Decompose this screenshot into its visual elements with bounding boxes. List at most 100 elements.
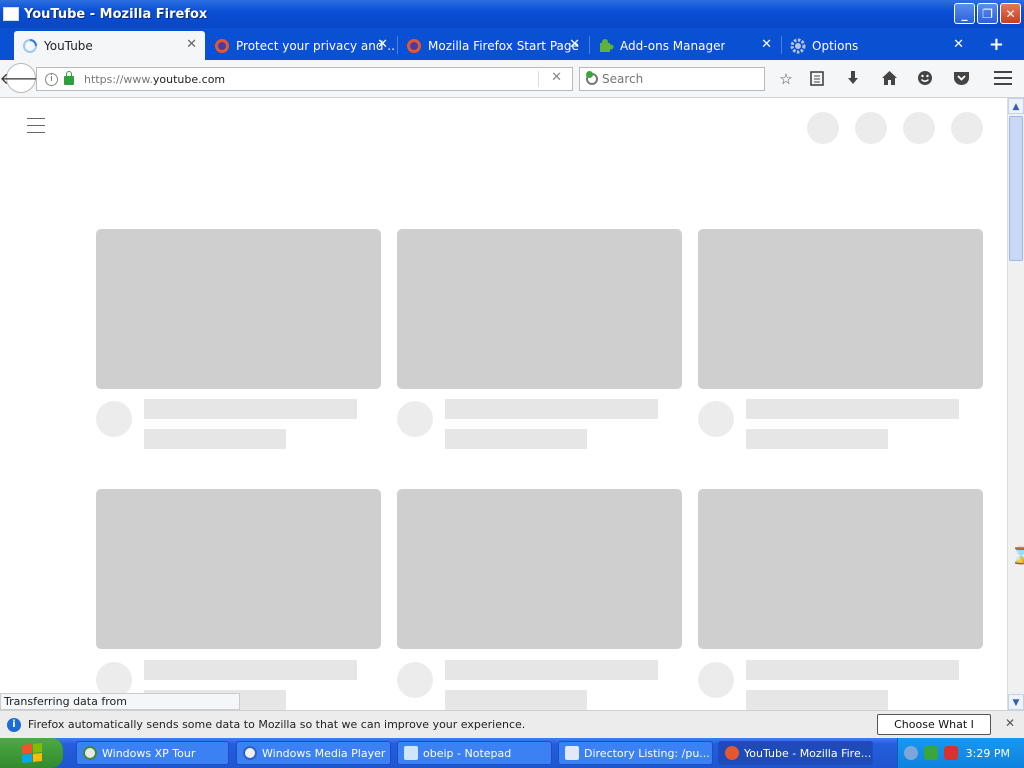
stop-x-icon[interactable]: ✕ (551, 70, 562, 85)
channel-avatar-placeholder (96, 401, 132, 437)
search-bar[interactable] (579, 67, 765, 91)
tab-label: Add-ons Manager (620, 38, 726, 53)
close-notification-icon[interactable]: ✕ (1005, 716, 1015, 730)
tab-label: Protect your privacy and ... (236, 38, 396, 53)
loading-spinner-icon (22, 38, 38, 54)
url-bar[interactable]: i https://www.youtube.com ✕ (36, 67, 573, 91)
taskbar: Windows XP Tour Windows Media Player obe… (0, 738, 1024, 768)
title-bar: YouTube - Mozilla Firefox _ ❐ ✕ (0, 0, 1024, 28)
lock-icon[interactable] (64, 71, 74, 85)
notepad-icon (404, 746, 418, 760)
meta-placeholder (746, 429, 888, 449)
video-thumbnail-placeholder[interactable] (397, 229, 682, 389)
browser-page-icon (565, 746, 579, 760)
channel-avatar-placeholder (698, 401, 734, 437)
notification-bar: i Firefox automatically sends some data … (0, 710, 1024, 750)
title-placeholder (144, 399, 357, 419)
security-shield-icon[interactable] (944, 746, 958, 760)
meta-placeholder (445, 429, 587, 449)
scroll-up-arrow-icon[interactable]: ▲ (1008, 98, 1024, 114)
placeholder-circle (951, 112, 983, 144)
channel-avatar-placeholder (698, 662, 734, 698)
network-icon[interactable] (924, 746, 938, 760)
scrollbar-thumb[interactable] (1009, 116, 1023, 261)
hamburger-icon[interactable] (994, 71, 1012, 89)
tab-close-icon[interactable]: ✕ (186, 37, 197, 52)
video-thumbnail-placeholder[interactable] (698, 489, 983, 649)
placeholder-circle (807, 112, 839, 144)
volume-icon[interactable] (904, 746, 918, 760)
video-thumbnail-placeholder[interactable] (397, 489, 682, 649)
taskbar-item-notepad[interactable]: obeip - Notepad (397, 741, 552, 765)
clock: 3:29 PM (965, 746, 1010, 760)
status-text: Transferring data from www.youtube.com..… (0, 693, 240, 723)
new-tab-plus-icon[interactable]: + (989, 34, 1004, 55)
page-content (0, 98, 1007, 710)
smiley-icon[interactable] (916, 70, 934, 88)
tab-options[interactable]: Options ✕ (782, 31, 972, 60)
video-thumbnail-placeholder[interactable] (96, 229, 381, 389)
search-engine-icon[interactable] (586, 71, 598, 85)
firefox-logo-icon (214, 38, 230, 54)
taskbar-item-media-player[interactable]: Windows Media Player (236, 741, 391, 765)
channel-avatar-placeholder (397, 401, 433, 437)
maximize-button[interactable]: ❐ (977, 3, 998, 24)
pocket-icon[interactable] (952, 70, 970, 88)
title-placeholder (746, 399, 959, 419)
info-icon: i (7, 717, 21, 732)
window-app-icon (3, 7, 19, 21)
tab-youtube[interactable]: YouTube ✕ (14, 31, 205, 60)
taskbar-item-xp-tour[interactable]: Windows XP Tour (76, 741, 229, 765)
video-thumbnail-placeholder[interactable] (698, 229, 983, 389)
star-icon[interactable]: ☆ (777, 70, 795, 88)
download-arrow-icon[interactable] (844, 70, 862, 88)
tab-strip: YouTube ✕ Protect your privacy and ... ✕… (0, 28, 1024, 60)
puzzle-piece-icon (598, 38, 614, 54)
tab-label: YouTube (44, 38, 93, 53)
taskbar-item-directory-listing[interactable]: Directory Listing: /pu... (558, 741, 713, 765)
back-arrow-icon[interactable]: 🡐 (0, 63, 42, 93)
placeholder-circle (903, 112, 935, 144)
tab-label: Mozilla Firefox Start Page (428, 38, 579, 53)
close-window-button[interactable]: ✕ (1000, 3, 1021, 24)
title-placeholder (445, 660, 658, 680)
scroll-down-arrow-icon[interactable]: ▼ (1008, 694, 1024, 710)
tab-label: Options (812, 38, 859, 53)
media-player-icon (243, 746, 257, 760)
url-text[interactable]: https://www.youtube.com (84, 73, 225, 86)
system-tray: 3:29 PM (897, 738, 1024, 768)
tab-protect-privacy[interactable]: Protect your privacy and ... ✕ (206, 31, 396, 60)
home-icon[interactable] (880, 70, 898, 88)
taskbar-item-firefox[interactable]: YouTube - Mozilla Fire... (718, 741, 873, 765)
minimize-button[interactable]: _ (954, 3, 975, 24)
xp-tour-icon (83, 746, 97, 760)
placeholder-circle (855, 112, 887, 144)
window-title: YouTube - Mozilla Firefox (24, 6, 208, 22)
vertical-scrollbar[interactable]: ▲ ▼ (1007, 98, 1024, 710)
video-thumbnail-placeholder[interactable] (96, 489, 381, 649)
guide-menu-icon[interactable] (27, 118, 45, 139)
windows-logo-icon (21, 742, 42, 764)
tab-close-icon[interactable]: ✕ (377, 37, 388, 52)
tab-firefox-start[interactable]: Mozilla Firefox Start Page ✕ (398, 31, 588, 60)
hourglass-cursor-icon: ⌛ (1011, 546, 1024, 565)
navigation-toolbar: 🡐 i https://www.youtube.com ✕ ☆ (0, 60, 1024, 98)
tab-addons-manager[interactable]: Add-ons Manager ✕ (590, 31, 780, 60)
tab-close-icon[interactable]: ✕ (953, 37, 964, 52)
tab-close-icon[interactable]: ✕ (569, 37, 580, 52)
title-placeholder (746, 660, 959, 680)
search-input[interactable] (602, 72, 752, 86)
meta-placeholder (445, 690, 587, 710)
clipboard-icon[interactable] (808, 70, 826, 88)
choose-what-i-share-button[interactable]: Choose What I Share (877, 714, 991, 750)
meta-placeholder (746, 690, 888, 710)
firefox-logo-icon (406, 38, 422, 54)
urlbar-divider (538, 71, 539, 87)
notification-message: Firefox automatically sends some data to… (28, 718, 526, 731)
tab-close-icon[interactable]: ✕ (761, 37, 772, 52)
firefox-logo-icon (725, 746, 739, 760)
gear-icon (790, 38, 806, 54)
info-icon[interactable]: i (45, 72, 58, 86)
meta-placeholder (144, 429, 286, 449)
start-button[interactable] (0, 738, 63, 768)
